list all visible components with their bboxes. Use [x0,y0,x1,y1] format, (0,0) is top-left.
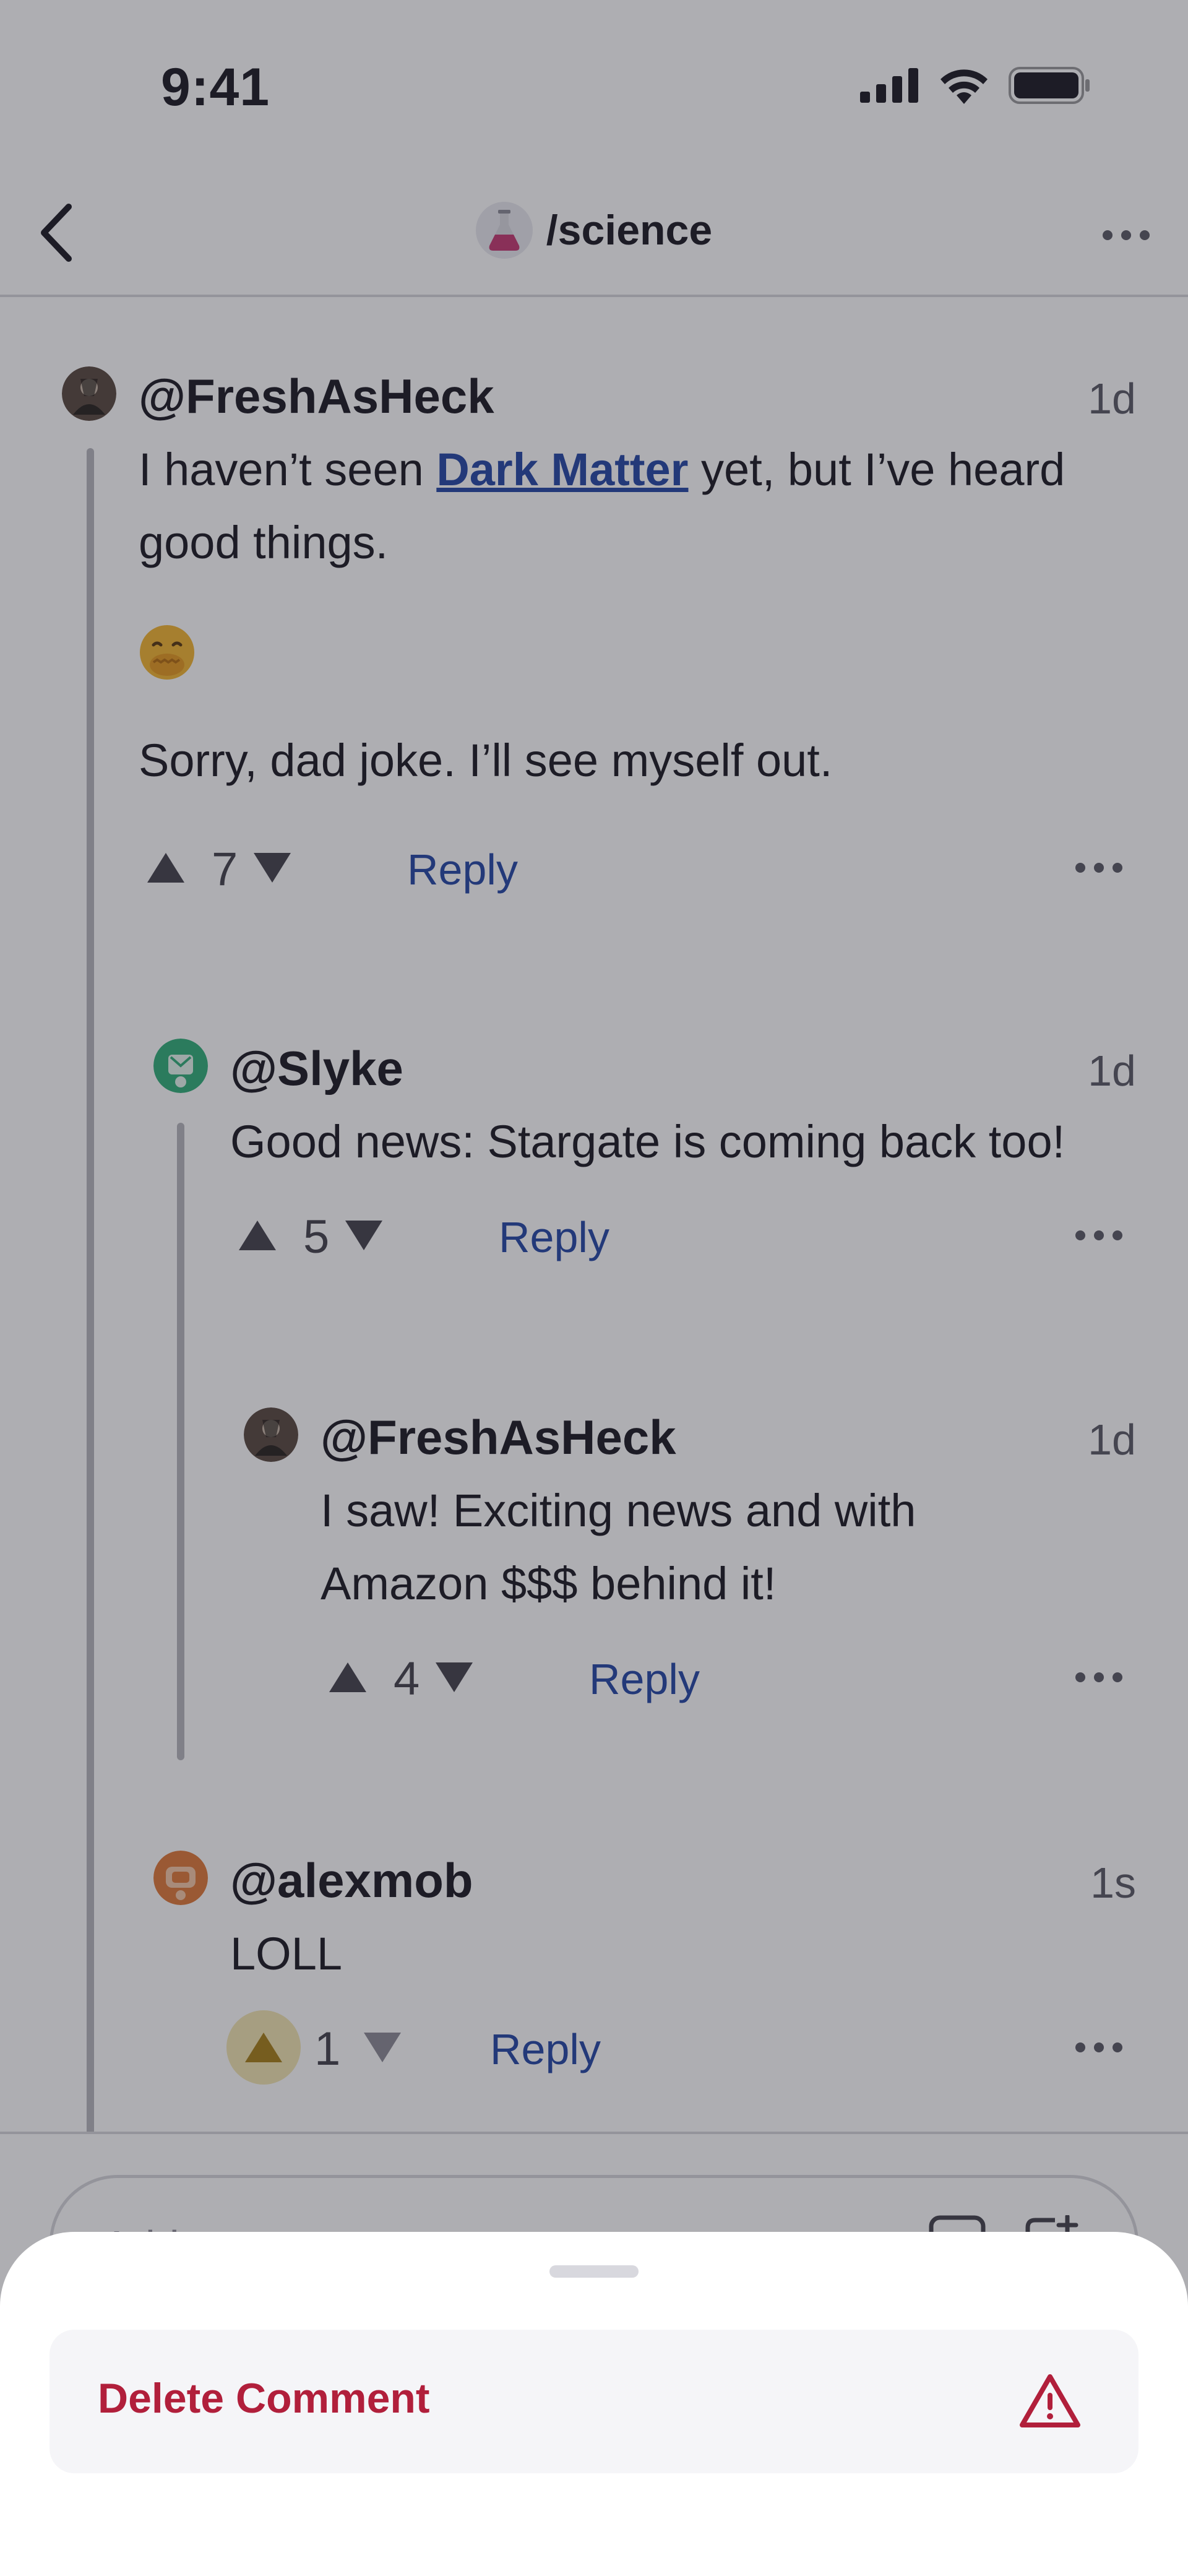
warning-icon [1016,2367,1084,2435]
action-sheet: Delete Comment [0,2232,1188,2576]
delete-comment-button[interactable]: Delete Comment [50,2330,1138,2473]
modal-backdrop[interactable] [0,0,1188,2576]
sheet-drag-handle[interactable] [549,2265,639,2278]
delete-comment-label: Delete Comment [98,2375,430,2422]
comment-thread-screen: 9:41 /science @FreshAsHeck 1d I haven’t … [0,0,1188,2576]
